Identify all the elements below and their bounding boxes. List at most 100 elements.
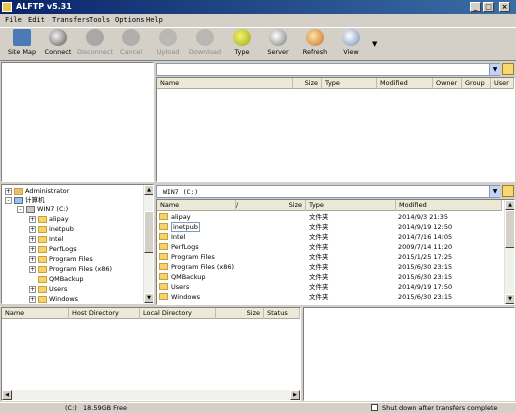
connect-button[interactable]: Connect — [38, 29, 78, 61]
menu-options[interactable]: Options — [115, 16, 145, 24]
file-row[interactable]: Intel 文件夹 2014/7/16 14:05 — [157, 232, 487, 242]
file-type: 文件夹 — [309, 223, 329, 231]
local-folder-tree[interactable]: + Administrator - 计算机 - WIN7 (C:) + alipay +… — [1, 184, 154, 304]
tree-item[interactable]: + Administrator — [5, 187, 69, 196]
remote-path-dropdown-icon[interactable]: ▼ — [489, 64, 500, 75]
expand-icon[interactable]: + — [5, 187, 12, 195]
menu-tools[interactable]: Tools — [89, 16, 110, 24]
scroll-up-icon[interactable]: ▲ — [505, 200, 514, 210]
minimize-button[interactable]: _ — [470, 2, 481, 12]
remote-folder-up-icon[interactable] — [502, 63, 514, 75]
view-dropdown-icon[interactable]: ▼ — [372, 40, 377, 48]
expand-icon[interactable]: + — [29, 225, 36, 233]
tree-item[interactable]: - 计算机 — [5, 196, 45, 205]
tree-item[interactable]: QMBackup — [29, 275, 84, 284]
expand-icon[interactable]: + — [29, 265, 36, 273]
remote-file-list[interactable]: Name Size Type Modified Owner Group User — [156, 77, 515, 182]
download-button[interactable]: Download — [185, 29, 225, 61]
remote-col-modified[interactable]: Modified — [377, 78, 433, 89]
tree-item[interactable]: + Windows — [29, 295, 78, 303]
refresh-button[interactable]: Refresh — [295, 29, 335, 61]
menu-help[interactable]: Help — [146, 16, 163, 24]
queue-col-host-dir[interactable]: Host Directory — [69, 308, 140, 319]
view-button[interactable]: View — [331, 29, 371, 61]
queue-col-status[interactable]: Status — [264, 308, 300, 319]
file-type: 文件夹 — [309, 233, 329, 241]
server-button[interactable]: Server — [258, 29, 298, 61]
view-icon — [342, 29, 360, 46]
status-drive: (C:) — [65, 404, 77, 412]
queue-col-local-dir[interactable]: Local Directory — [140, 308, 216, 319]
site-tree-pane — [1, 62, 154, 182]
shutdown-checkbox[interactable] — [371, 404, 378, 411]
folder-icon — [159, 223, 168, 230]
local-list-scrollbar[interactable]: ▲ ▼ — [504, 200, 514, 304]
file-row[interactable]: Windows 文件夹 2015/6/30 23:15 — [157, 292, 487, 302]
file-row[interactable]: Users 文件夹 2014/9/19 17:50 — [157, 282, 487, 292]
collapse-icon[interactable]: - — [5, 196, 12, 204]
remote-path-combo[interactable]: ▼ — [156, 63, 500, 76]
expand-icon[interactable]: + — [29, 215, 36, 223]
menu-transfers[interactable]: Transfers — [52, 16, 90, 24]
tree-scrollbar[interactable]: ▲ ▼ — [143, 185, 153, 303]
local-col-size[interactable]: Size — [242, 200, 306, 211]
file-row[interactable]: PerfLogs 文件夹 2009/7/14 11:20 — [157, 242, 487, 252]
file-row[interactable]: alipay 文件夹 2014/9/3 21:35 — [157, 212, 487, 222]
expand-icon[interactable]: + — [29, 255, 36, 263]
expand-icon[interactable]: + — [29, 285, 36, 293]
queue-h-scrollbar[interactable]: ◀ ▶ — [2, 390, 300, 400]
disconnect-button[interactable]: Disconnect — [75, 29, 115, 61]
type-button[interactable]: Type — [222, 29, 262, 61]
remote-col-group[interactable]: Group — [462, 78, 491, 89]
collapse-icon[interactable]: - — [17, 205, 24, 213]
site-map-button[interactable]: Site Map — [2, 29, 42, 61]
scroll-down-icon[interactable]: ▼ — [505, 294, 514, 304]
close-button[interactable]: × — [499, 2, 510, 12]
file-row[interactable]: Program Files 文件夹 2015/1/25 17:25 — [157, 252, 487, 262]
file-row[interactable]: inetpub 文件夹 2014/9/19 12:50 — [157, 222, 487, 232]
menu-edit[interactable]: Edit — [28, 16, 45, 24]
remote-col-user[interactable]: User — [491, 78, 514, 89]
tree-scroll-thumb[interactable] — [144, 211, 153, 253]
tree-item[interactable]: + alipay — [29, 215, 69, 224]
maximize-button[interactable]: □ — [483, 2, 494, 12]
upload-button[interactable]: Upload — [148, 29, 188, 61]
tree-item[interactable]: + PerfLogs — [29, 245, 77, 254]
file-type: 文件夹 — [309, 273, 329, 281]
tree-item[interactable]: + Program Files (x86) — [29, 265, 112, 274]
queue-col-size[interactable]: Size — [216, 308, 264, 319]
queue-col-name[interactable]: Name — [2, 308, 69, 319]
transfer-queue[interactable]: Name Host Directory Local Directory Size… — [1, 307, 301, 401]
menu-file[interactable]: File — [5, 16, 22, 24]
scroll-up-icon[interactable]: ▲ — [144, 185, 153, 195]
file-row[interactable]: QMBackup 文件夹 2015/6/30 23:15 — [157, 272, 487, 282]
cancel-button[interactable]: Cancel — [111, 29, 151, 61]
tree-item[interactable]: - WIN7 (C:) — [17, 205, 68, 214]
remote-col-type[interactable]: Type — [322, 78, 377, 89]
scroll-left-icon[interactable]: ◀ — [2, 390, 12, 400]
local-folder-up-icon[interactable] — [502, 185, 514, 197]
expand-icon[interactable]: + — [29, 245, 36, 253]
local-file-list[interactable]: Name / Size Type Modified alipay 文件夹 2014/… — [156, 199, 515, 305]
log-pane[interactable] — [303, 307, 515, 401]
remote-col-owner[interactable]: Owner — [433, 78, 462, 89]
expand-icon[interactable]: + — [29, 235, 36, 243]
local-col-name[interactable]: Name — [157, 200, 236, 211]
menu-bar: File Edit Transfers Tools Options Help — [0, 14, 516, 27]
expand-icon[interactable]: + — [29, 295, 36, 303]
local-col-modified[interactable]: Modified — [396, 200, 502, 211]
scroll-right-icon[interactable]: ▶ — [290, 390, 300, 400]
tree-item[interactable]: + Users — [29, 285, 67, 294]
folder-icon — [38, 245, 47, 253]
local-scroll-thumb[interactable] — [505, 210, 514, 248]
tree-item[interactable]: + inetpub — [29, 225, 74, 234]
remote-col-size[interactable]: Size — [293, 78, 322, 89]
local-path-dropdown-icon[interactable]: ▼ — [489, 186, 500, 197]
tree-item[interactable]: + Program Files — [29, 255, 93, 264]
remote-col-name[interactable]: Name — [157, 78, 293, 89]
tree-item[interactable]: + Intel — [29, 235, 63, 244]
scroll-down-icon[interactable]: ▼ — [144, 293, 153, 303]
local-path-combo[interactable]: WIN7 (C:) ▼ — [156, 185, 500, 198]
local-col-type[interactable]: Type — [306, 200, 396, 211]
file-row[interactable]: Program Files (x86) 文件夹 2015/6/30 23:15 — [157, 262, 487, 272]
